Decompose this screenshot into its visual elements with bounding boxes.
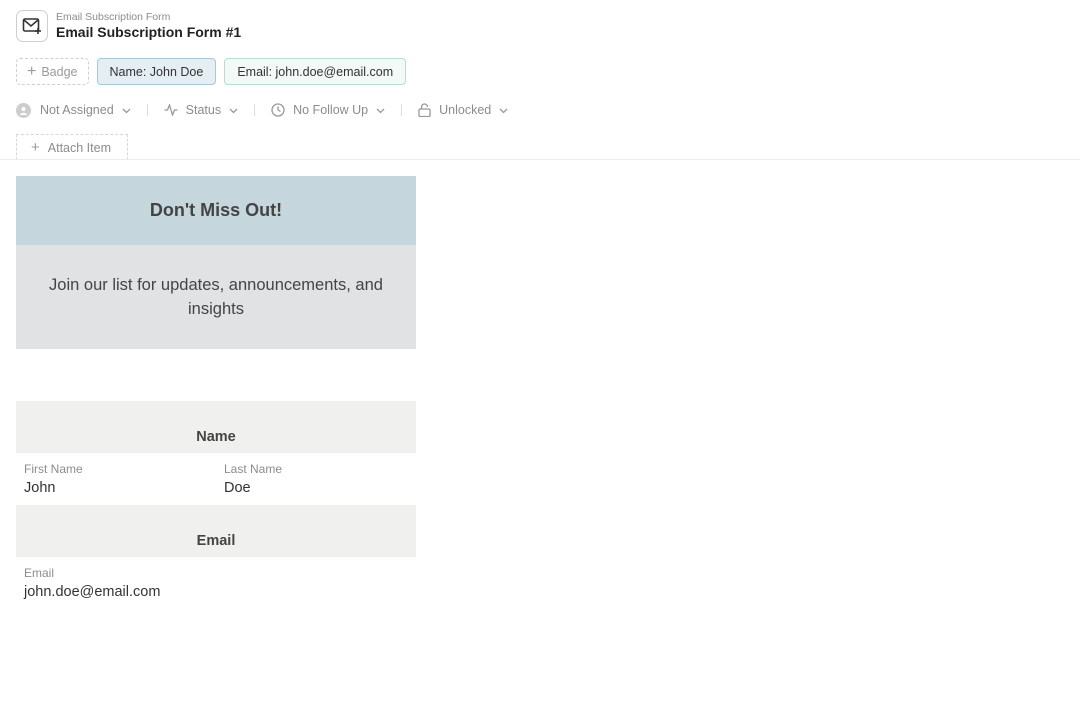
breadcrumb[interactable]: Email Subscription Form bbox=[56, 11, 241, 23]
first-name-label: First Name bbox=[24, 462, 83, 476]
add-badge-button[interactable]: + Badge bbox=[16, 58, 89, 85]
assignee-dropdown[interactable]: Not Assigned bbox=[16, 102, 131, 118]
attach-item-label: Attach Item bbox=[47, 140, 111, 155]
email-field: Email john.doe@email.com bbox=[24, 566, 160, 600]
avatar-icon bbox=[16, 102, 31, 118]
mail-plus-icon bbox=[16, 10, 48, 42]
last-name-value: Doe bbox=[224, 480, 251, 496]
badge-bar: + Badge Name: John Doe Email: john.doe@e… bbox=[16, 58, 407, 85]
first-name-field: First Name John bbox=[24, 462, 83, 496]
hero-heading: Don't Miss Out! bbox=[16, 176, 416, 245]
chevron-down-icon bbox=[376, 103, 385, 117]
clock-icon bbox=[271, 103, 285, 117]
email-label: Email bbox=[24, 566, 55, 580]
name-section-heading: Name bbox=[16, 401, 416, 453]
divider bbox=[146, 104, 148, 116]
follow-up-label: No Follow Up bbox=[293, 103, 369, 117]
first-name-value: John bbox=[24, 480, 56, 496]
assignee-label: Not Assigned bbox=[40, 103, 114, 117]
follow-up-dropdown[interactable]: No Follow Up bbox=[271, 103, 385, 117]
hero-card: Don't Miss Out! Join our list for update… bbox=[16, 176, 416, 349]
status-label: Status bbox=[185, 103, 222, 117]
status-dropdown[interactable]: Status bbox=[164, 103, 238, 117]
last-name-label: Last Name bbox=[224, 462, 283, 476]
chevron-down-icon bbox=[122, 103, 131, 117]
header-divider bbox=[0, 159, 1080, 160]
unlock-icon bbox=[418, 103, 431, 117]
email-badge[interactable]: Email: john.doe@email.com bbox=[224, 58, 407, 85]
email-section-heading: Email bbox=[16, 505, 416, 557]
name-badge[interactable]: Name: John Doe bbox=[96, 58, 217, 85]
add-badge-label: Badge bbox=[41, 64, 78, 79]
attach-item-button[interactable]: + Attach Item bbox=[16, 134, 128, 160]
email-value: john.doe@email.com bbox=[24, 584, 161, 600]
lock-label: Unlocked bbox=[439, 103, 492, 117]
divider bbox=[254, 104, 256, 116]
chevron-down-icon bbox=[229, 103, 238, 117]
divider bbox=[401, 104, 403, 116]
hero-description: Join our list for updates, announcements… bbox=[16, 245, 416, 349]
page-header: Email Subscription Form Email Subscripti… bbox=[16, 10, 241, 42]
activity-icon bbox=[164, 104, 178, 116]
plus-icon: + bbox=[31, 139, 40, 156]
lock-dropdown[interactable]: Unlocked bbox=[418, 103, 508, 117]
last-name-field: Last Name Doe bbox=[224, 462, 282, 496]
plus-icon: + bbox=[27, 62, 37, 80]
properties-bar: Not Assigned Status No Follow Up Unlocke… bbox=[16, 100, 508, 120]
page-title: Email Subscription Form #1 bbox=[56, 24, 242, 40]
chevron-down-icon bbox=[499, 103, 508, 117]
